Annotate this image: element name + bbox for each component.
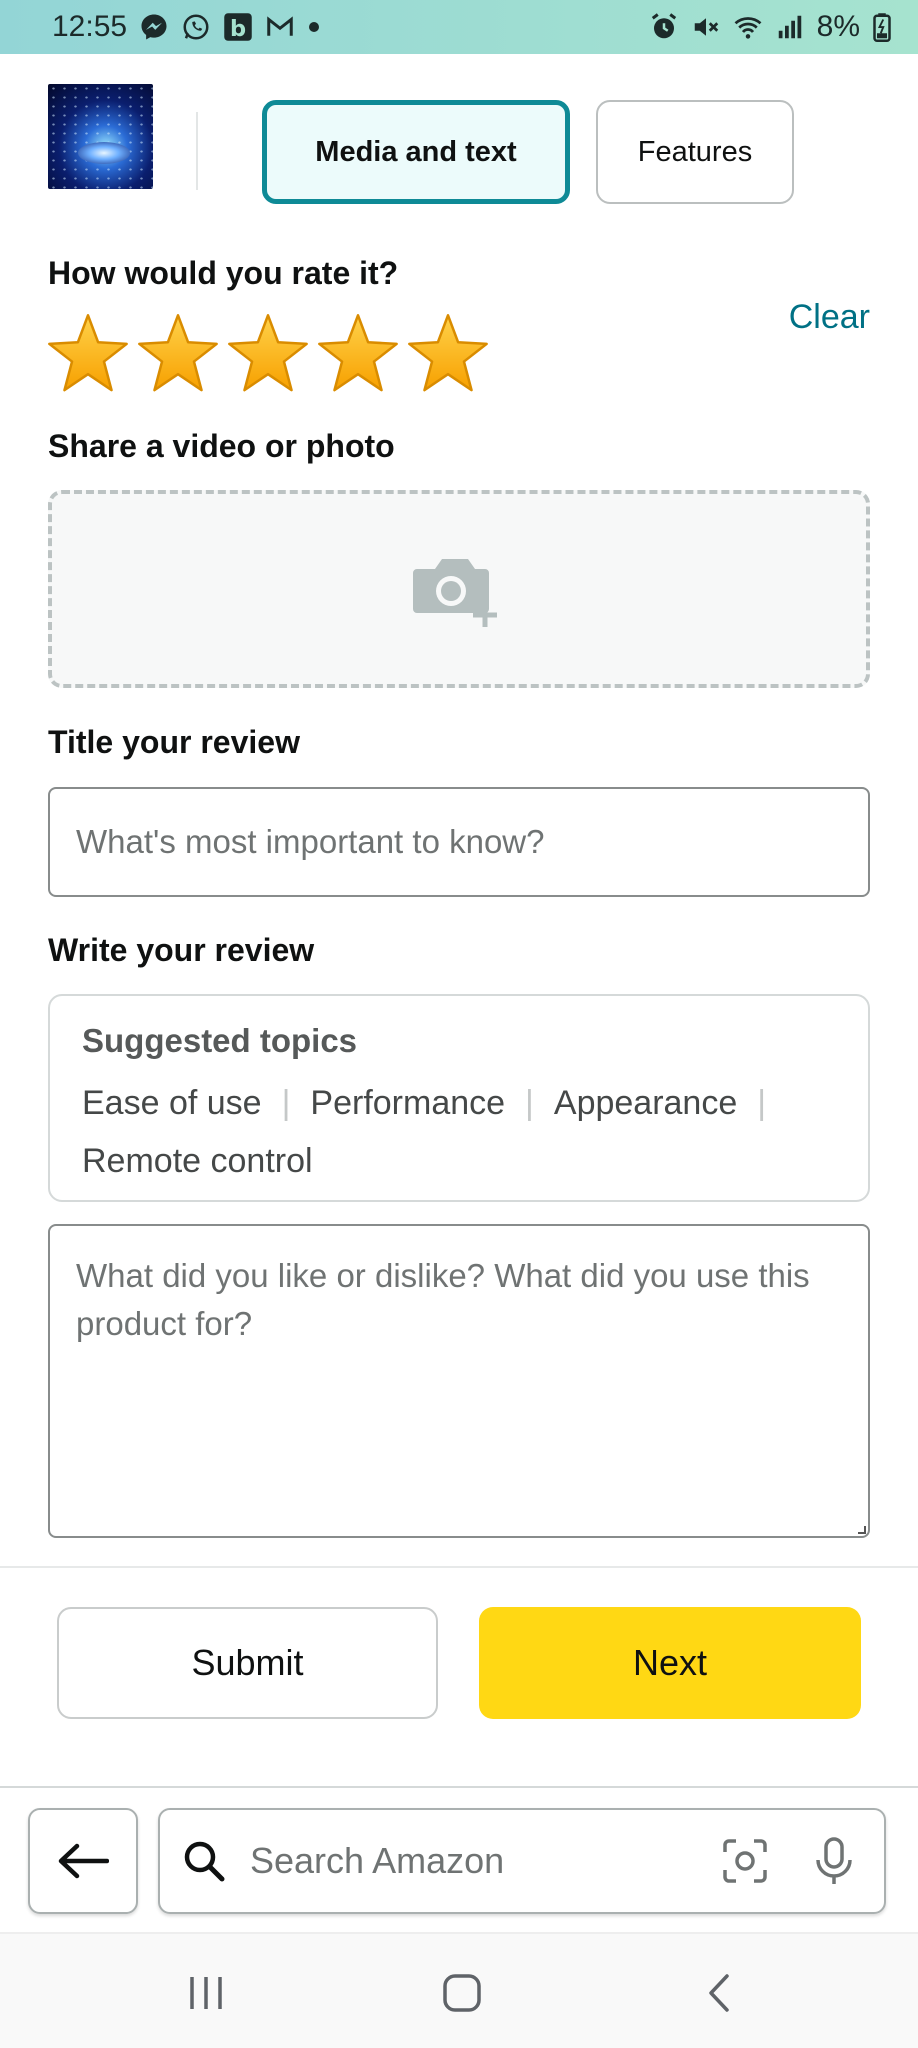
svg-text:b: b bbox=[230, 16, 246, 42]
gmail-icon bbox=[265, 12, 295, 42]
messenger-icon bbox=[139, 12, 169, 42]
title-review-label: Title your review bbox=[48, 724, 300, 760]
star-1-icon[interactable] bbox=[46, 312, 130, 396]
battery-percent: 8% bbox=[816, 10, 860, 43]
topic-separator: | bbox=[281, 1084, 291, 1122]
thumbnail-stars-pattern bbox=[48, 84, 153, 189]
mute-icon bbox=[691, 12, 721, 42]
media-label: Share a video or photo bbox=[48, 428, 395, 464]
search-icon bbox=[184, 1841, 225, 1882]
back-button[interactable] bbox=[28, 1808, 138, 1914]
resize-grip-icon[interactable] bbox=[858, 1526, 866, 1534]
status-right: 8% bbox=[649, 10, 892, 44]
thumbnail-projector-disc bbox=[78, 142, 130, 164]
booking-icon: b bbox=[223, 12, 253, 42]
system-navigation-bar bbox=[0, 1932, 918, 2048]
submit-button[interactable]: Submit bbox=[57, 1607, 438, 1719]
battery-charging-icon bbox=[872, 12, 892, 42]
star-3-icon[interactable] bbox=[226, 312, 310, 396]
clear-rating-link[interactable]: Clear bbox=[789, 298, 870, 337]
topic-performance[interactable]: Performance bbox=[310, 1074, 505, 1132]
tab-features[interactable]: Features bbox=[596, 100, 794, 204]
home-icon[interactable] bbox=[432, 1970, 492, 2016]
review-text-placeholder: What did you like or dislike? What did y… bbox=[76, 1257, 810, 1342]
tab-media-and-text[interactable]: Media and text bbox=[262, 100, 570, 204]
microphone-icon[interactable] bbox=[814, 1836, 854, 1886]
star-4-icon[interactable] bbox=[316, 312, 400, 396]
wifi-icon bbox=[733, 12, 763, 42]
review-title-input[interactable]: What's most important to know? bbox=[48, 787, 870, 897]
search-input[interactable]: Search Amazon bbox=[250, 1840, 722, 1882]
topic-separator: | bbox=[525, 1084, 534, 1122]
topic-appearance[interactable]: Appearance bbox=[554, 1074, 737, 1132]
alarm-icon bbox=[649, 12, 679, 42]
write-review-label: Write your review bbox=[48, 932, 315, 968]
next-button[interactable]: Next bbox=[479, 1607, 861, 1719]
arrow-left-icon bbox=[58, 1843, 109, 1879]
system-back-icon[interactable] bbox=[690, 1970, 750, 2016]
suggested-topics-list: Ease of use | Performance | Appearance |… bbox=[82, 1074, 836, 1190]
status-bar: 12:55 b 8% bbox=[0, 0, 918, 54]
signal-icon bbox=[775, 12, 805, 42]
header-divider bbox=[196, 112, 198, 190]
status-time: 12:55 bbox=[52, 10, 128, 43]
status-left: 12:55 b bbox=[52, 10, 321, 44]
product-thumbnail bbox=[48, 84, 153, 189]
suggested-topics-title: Suggested topics bbox=[82, 1022, 358, 1059]
camera-lens-icon[interactable] bbox=[722, 1838, 768, 1884]
star-rating[interactable] bbox=[46, 312, 490, 396]
actions-divider bbox=[0, 1566, 918, 1568]
search-bar[interactable]: Search Amazon bbox=[158, 1808, 886, 1914]
topic-ease-of-use[interactable]: Ease of use bbox=[82, 1074, 262, 1132]
whatsapp-icon bbox=[181, 12, 211, 42]
add-photo-camera-icon bbox=[413, 559, 497, 627]
recent-apps-icon[interactable] bbox=[176, 1970, 236, 2016]
star-2-icon[interactable] bbox=[136, 312, 220, 396]
review-text-area[interactable]: What did you like or dislike? What did y… bbox=[48, 1224, 870, 1538]
suggested-topics-panel: Suggested topics Ease of use | Performan… bbox=[48, 994, 870, 1202]
topic-remote-control[interactable]: Remote control bbox=[82, 1132, 313, 1190]
rating-question: How would you rate it? bbox=[48, 255, 399, 291]
star-5-icon[interactable] bbox=[406, 312, 490, 396]
media-upload-area[interactable] bbox=[48, 490, 870, 688]
review-title-placeholder: What's most important to know? bbox=[76, 823, 545, 860]
notification-dot-icon bbox=[307, 12, 321, 42]
bottom-search-bar: Search Amazon bbox=[0, 1788, 918, 1932]
topic-separator: | bbox=[757, 1084, 767, 1122]
